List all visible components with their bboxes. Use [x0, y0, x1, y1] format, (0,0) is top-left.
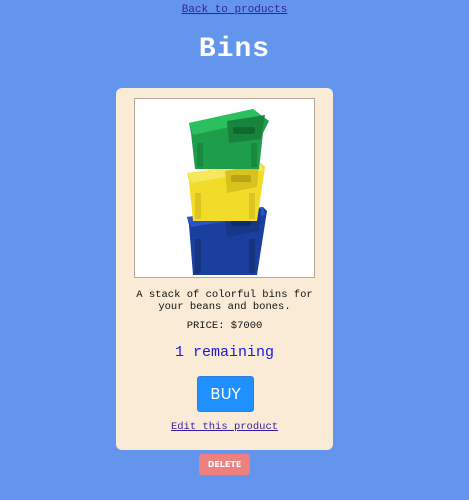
product-price: PRICE: $7000	[186, 320, 263, 332]
page-title: Bins	[198, 34, 271, 65]
green-bin	[189, 109, 269, 169]
back-to-products-link[interactable]: Back to products	[0, 4, 469, 16]
delete-button[interactable]: DELETE	[199, 454, 250, 475]
buy-button[interactable]: BUY	[197, 376, 254, 412]
yellow-bin	[187, 163, 265, 221]
product-card: A stack of colorful bins for your beans …	[116, 88, 333, 450]
bins-illustration	[187, 109, 269, 275]
product-description: A stack of colorful bins for your beans …	[136, 289, 313, 313]
edit-product-link[interactable]: Edit this product	[116, 421, 333, 433]
product-image	[134, 98, 315, 278]
stock-remaining: 1 remaining	[174, 344, 275, 361]
